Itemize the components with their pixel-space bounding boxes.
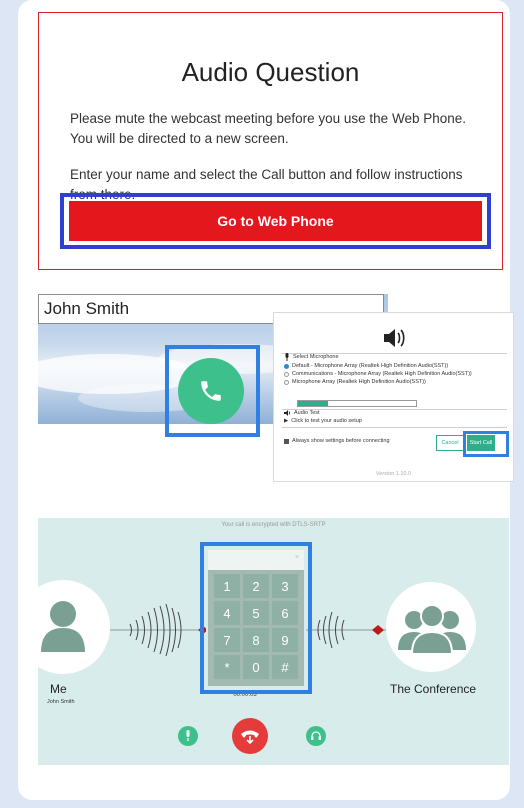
mute-microphone-button[interactable] bbox=[178, 726, 198, 746]
person-icon bbox=[41, 601, 85, 652]
phone-icon bbox=[201, 381, 221, 401]
mute-instructions: Please mute the webcast meeting before y… bbox=[70, 111, 466, 146]
mic-option-communications[interactable]: Communications - Microphone Array (Realt… bbox=[284, 371, 472, 377]
key-0[interactable]: 0 bbox=[243, 655, 269, 679]
mic-option-default[interactable]: Default - Microphone Array (Realtek High… bbox=[284, 363, 448, 369]
play-icon: ▶ bbox=[284, 418, 289, 424]
keypad-display: × bbox=[208, 550, 304, 570]
key-5[interactable]: 5 bbox=[243, 601, 269, 625]
key-4[interactable]: 4 bbox=[214, 601, 240, 625]
cancel-button[interactable]: Cancel bbox=[436, 435, 464, 451]
me-name: John Smith bbox=[47, 699, 75, 705]
radio-selected[interactable] bbox=[284, 363, 289, 369]
keypad: × 1 2 3 4 5 6 7 8 9 * 0 # bbox=[208, 550, 304, 686]
always-show-checkbox-row[interactable]: Always show settings before connecting bbox=[284, 438, 390, 444]
key-8[interactable]: 8 bbox=[243, 628, 269, 652]
mic-option-array[interactable]: Microphone Array (Realtek High Definitio… bbox=[284, 379, 426, 385]
key-star[interactable]: * bbox=[214, 655, 240, 679]
mic-level-meter bbox=[297, 400, 417, 407]
radio[interactable] bbox=[284, 379, 289, 385]
start-call-button[interactable]: Start Call bbox=[467, 435, 495, 451]
audio-test-label: Audio Test bbox=[294, 410, 320, 416]
me-avatar bbox=[38, 580, 110, 674]
microphone-icon bbox=[186, 730, 190, 741]
key-7[interactable]: 7 bbox=[214, 628, 240, 652]
headset-icon bbox=[311, 731, 321, 740]
keypad-close-icon[interactable]: × bbox=[295, 554, 299, 561]
key-hash[interactable]: # bbox=[272, 655, 298, 679]
hang-up-button[interactable] bbox=[232, 718, 268, 754]
call-button[interactable] bbox=[178, 358, 244, 424]
conference-label: The Conference bbox=[390, 682, 477, 696]
group-icon bbox=[398, 604, 466, 655]
audio-settings-panel: Select Microphone Default - Microphone A… bbox=[273, 312, 514, 482]
key-3[interactable]: 3 bbox=[272, 574, 298, 598]
sound-waves-right bbox=[306, 611, 396, 649]
key-2[interactable]: 2 bbox=[243, 574, 269, 598]
encryption-notice: Your call is encrypted with DTLS-SRTP bbox=[221, 522, 326, 528]
me-label: Me bbox=[50, 682, 67, 696]
mic-level-fill bbox=[298, 401, 328, 406]
speaker-small-icon bbox=[284, 410, 290, 416]
key-6[interactable]: 6 bbox=[272, 601, 298, 625]
radio[interactable] bbox=[284, 371, 289, 377]
key-1[interactable]: 1 bbox=[214, 574, 240, 598]
audio-question-title: Audio Question bbox=[181, 57, 360, 87]
conference-panel: Your call is encrypted with DTLS-SRTP Me… bbox=[38, 518, 509, 765]
hang-up-icon bbox=[241, 730, 259, 745]
checkbox-checked[interactable] bbox=[284, 438, 289, 444]
version-label: Version 1.10.0 bbox=[375, 471, 412, 477]
key-9[interactable]: 9 bbox=[272, 628, 298, 652]
speaker-settings-button[interactable] bbox=[306, 726, 326, 746]
microphone-icon bbox=[285, 353, 289, 361]
sound-waves-left bbox=[110, 603, 206, 657]
test-audio-link[interactable]: ▶ Click to test your audio setup bbox=[284, 418, 362, 424]
go-to-web-phone-button[interactable]: Go to Web Phone bbox=[69, 201, 482, 241]
select-microphone-label: Select Microphone bbox=[293, 354, 339, 360]
keypad-keys: 1 2 3 4 5 6 7 8 9 * 0 # bbox=[214, 574, 298, 679]
conference-avatar bbox=[386, 582, 476, 672]
speaker-icon bbox=[384, 329, 405, 347]
